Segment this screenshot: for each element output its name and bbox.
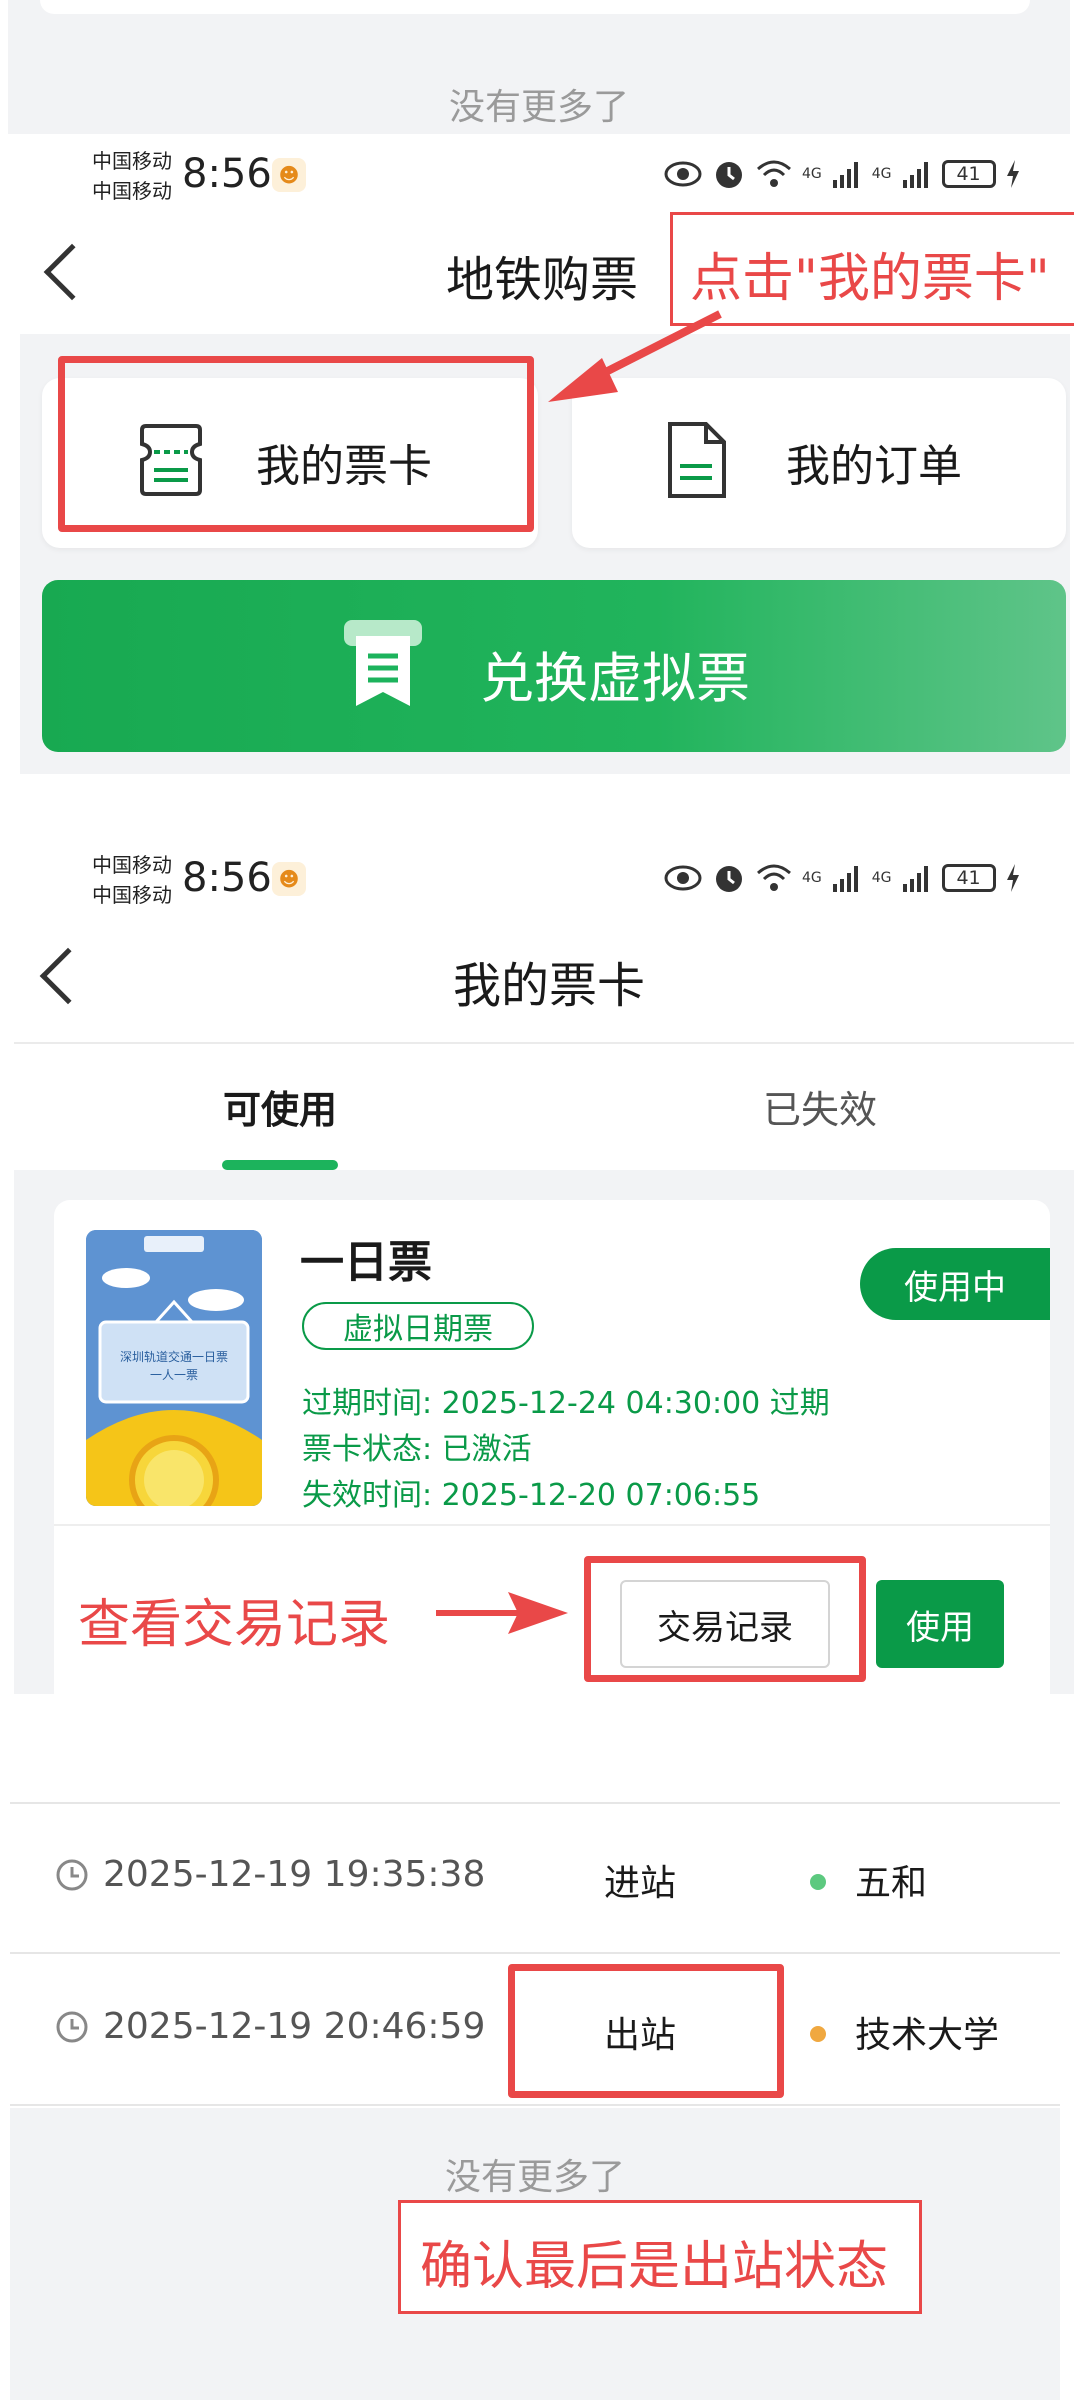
network-type-2: 4G [871, 870, 892, 886]
header-divider [14, 1042, 1074, 1044]
record-time: 2025-12-19 20:46:59 [55, 2006, 485, 2047]
charging-icon [1006, 160, 1019, 188]
status-dot-green [810, 1874, 826, 1890]
ticket-image: 深圳轨道交通一日票 一人一票 [86, 1230, 262, 1506]
previous-card-edge [40, 0, 1030, 14]
status-time: 8:56 [182, 855, 272, 901]
tab-available-label: 可使用 [222, 1087, 337, 1132]
ticket-image-text-2: 一人一票 [149, 1368, 198, 1382]
app-notification-icon: ☻ [272, 158, 306, 192]
status-time: 8:56 [182, 151, 272, 197]
no-more-text-bottom: 没有更多了 [444, 2157, 625, 2198]
annotation-view-records: 查看交易记录 [78, 1595, 391, 1655]
status-icons: 4G 4G 41 [664, 152, 1020, 196]
redeem-label: 兑换虚拟票 [480, 647, 750, 710]
ticket-expire-time: 过期时间: 2025-12-24 04:30:00 过期 [302, 1386, 830, 1421]
status-dot-orange [810, 2026, 826, 2042]
document-icon [668, 422, 726, 498]
clock-icon [56, 1859, 88, 1890]
app-notification-icon: ☻ [272, 862, 306, 896]
network-type-2: 4G [871, 166, 892, 182]
ticket-invalid-time: 失效时间: 2025-12-20 07:06:55 [302, 1478, 761, 1513]
tab-active-indicator [222, 1160, 338, 1170]
status-bar: 中国移动 中国移动 8:56 ☻ 4G 4G 41 [0, 136, 1074, 212]
record-station: 五和 [855, 1863, 928, 1904]
signal-icon [902, 866, 928, 892]
charging-icon [1006, 864, 1019, 892]
alarm-icon [716, 866, 742, 892]
use-button[interactable]: 使用 [876, 1580, 1004, 1668]
signal-icon [902, 162, 928, 188]
eye-icon [664, 161, 702, 187]
annotation-arrow-2 [436, 1592, 568, 1634]
status-icons: 4G 4G 41 [664, 856, 1020, 900]
no-more-text-top: 没有更多了 [448, 87, 629, 128]
record-station: 技术大学 [855, 2015, 1000, 2056]
page-title: 我的票卡 [452, 958, 645, 1014]
eye-icon [664, 865, 702, 891]
record-status: 进站 [603, 1863, 676, 1904]
annotation-highlight-exit [508, 1964, 784, 2098]
ticket-state: 票卡状态: 已激活 [302, 1432, 532, 1467]
annotation-tap-my-cards: 点击"我的票卡" [690, 249, 1050, 309]
redeem-ticket-icon [344, 620, 422, 706]
tab-available[interactable]: 可使用 [180, 1066, 380, 1146]
in-use-badge: 使用中 [860, 1248, 1050, 1320]
annotation-highlight-records [584, 1556, 866, 1682]
wifi-icon [757, 160, 791, 187]
redeem-virtual-ticket-button[interactable]: 兑换虚拟票 [42, 580, 1066, 752]
tab-expired[interactable]: 已失效 [720, 1066, 920, 1146]
my-orders-label: 我的订单 [786, 441, 962, 492]
ticket-divider [54, 1524, 1050, 1526]
carrier-names: 中国移动 中国移动 [92, 149, 172, 203]
ticket-type-badge: 虚拟日期票 [302, 1302, 534, 1350]
signal-icon [832, 866, 858, 892]
status-bar: 中国移动 中国移动 8:56 ☻ 4G 4G 41 [0, 840, 1074, 916]
tab-expired-label: 已失效 [762, 1087, 877, 1132]
network-type-1: 4G [802, 166, 822, 182]
annotation-arrow-1 [548, 310, 722, 402]
annotation-highlight-my-cards [58, 356, 534, 532]
clock-icon [56, 2011, 88, 2042]
ticket-name: 一日票 [300, 1237, 432, 1288]
battery-icon: 41 [941, 160, 996, 188]
battery-icon: 41 [941, 864, 996, 892]
record-time: 2025-12-19 19:35:38 [55, 1854, 485, 1895]
network-type-1: 4G [802, 870, 822, 886]
page-title: 地铁购票 [446, 252, 639, 308]
signal-icon [832, 162, 858, 188]
screen3-top [0, 1694, 1074, 1804]
ticket-image-text-1: 深圳轨道交通一日票 [119, 1350, 228, 1364]
alarm-icon [716, 162, 742, 188]
record-row: 2025-12-19 19:35:38 进站 五和 [10, 1804, 1060, 1954]
carrier-names: 中国移动 中国移动 [92, 853, 172, 907]
annotation-confirm-exit: 确认最后是出站状态 [420, 2237, 889, 2297]
wifi-icon [757, 864, 791, 891]
